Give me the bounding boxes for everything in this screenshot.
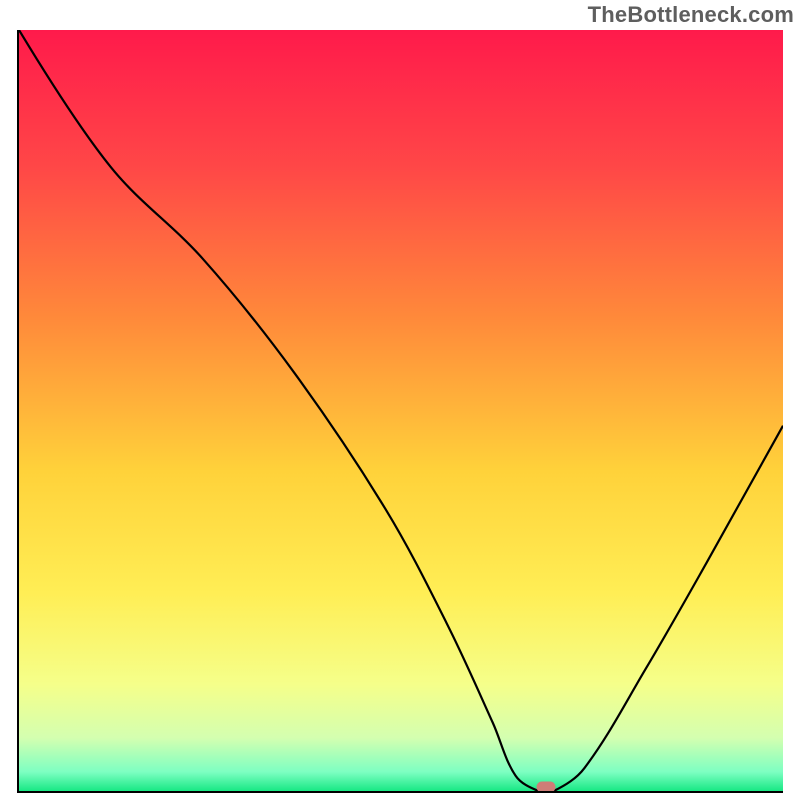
optimal-point-marker [537, 782, 556, 793]
watermark-text: TheBottleneck.com [588, 2, 794, 28]
bottleneck-curve [19, 30, 783, 791]
plot-area [17, 30, 783, 793]
chart-container: TheBottleneck.com [0, 0, 800, 800]
